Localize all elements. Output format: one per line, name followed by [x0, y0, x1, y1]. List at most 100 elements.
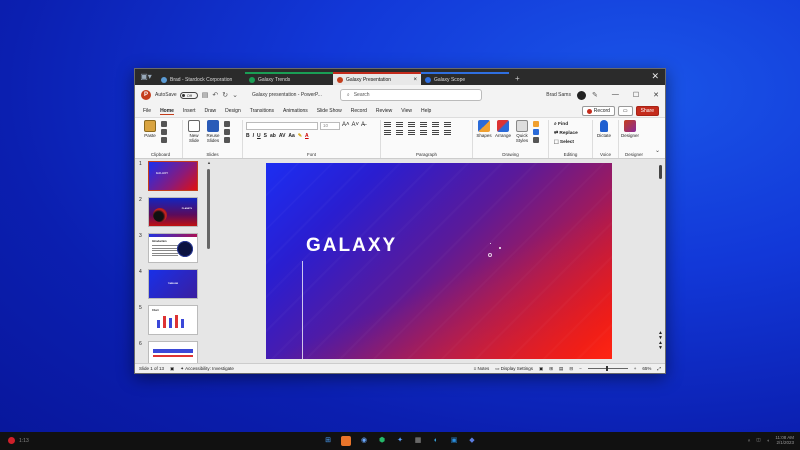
close-tab-icon[interactable]: × — [413, 77, 417, 83]
app2-icon[interactable]: ◆ — [467, 436, 477, 446]
format-painter-icon[interactable] — [161, 137, 167, 143]
cut-icon[interactable] — [161, 121, 167, 127]
clock[interactable]: 11:08 AM 2/1/2023 — [775, 435, 794, 445]
align-left-icon[interactable] — [384, 130, 391, 135]
align-right-icon[interactable] — [408, 130, 415, 135]
shape-effects-icon[interactable] — [533, 137, 539, 143]
files-icon[interactable] — [341, 436, 351, 446]
zoom-out-icon[interactable]: − — [579, 366, 582, 371]
network-icon[interactable]: ◫ — [756, 437, 760, 443]
strikethrough-icon[interactable]: ab — [270, 133, 276, 139]
slideshow-icon[interactable]: ⊟ — [569, 366, 573, 372]
undo-icon[interactable]: ↶ — [212, 91, 218, 99]
browser-icon[interactable]: ◉ — [359, 436, 369, 446]
tab-draw[interactable]: Draw — [204, 108, 216, 114]
tab-help[interactable]: Help — [421, 108, 431, 114]
accessibility-status[interactable]: ✦ Accessibility: Investigate — [180, 366, 234, 372]
app-icon[interactable]: ⬢ — [377, 436, 387, 446]
document-title[interactable]: Galaxy presentation - PowerP... — [252, 92, 322, 98]
window-close-icon[interactable]: ✕ — [651, 71, 659, 82]
scrollbar-thumb[interactable] — [659, 165, 662, 179]
spacing-icon[interactable]: AV — [279, 133, 286, 139]
spell-check-icon[interactable]: ▣ — [170, 366, 174, 372]
redo-icon[interactable]: ↻ — [222, 91, 228, 99]
avatar[interactable] — [576, 90, 586, 100]
columns-icon[interactable] — [444, 122, 451, 127]
store-icon[interactable]: ▣ — [449, 436, 459, 446]
user-area[interactable]: Brad Sams ✎ — [546, 90, 598, 100]
collapse-ribbon-icon[interactable]: ⌄ — [655, 147, 660, 154]
tab-file[interactable]: File — [143, 108, 151, 114]
shadow-icon[interactable]: S — [264, 133, 267, 139]
decrease-indent-icon[interactable] — [408, 122, 415, 127]
slide-thumbnail[interactable]: 4 TIMELINE — [135, 269, 209, 299]
settings-icon[interactable]: ▦ — [413, 436, 423, 446]
share-button[interactable]: Share — [635, 106, 659, 116]
font-size-dropdown[interactable]: 10 — [320, 122, 340, 130]
zoom-level[interactable]: 65% — [642, 366, 651, 371]
reading-view-icon[interactable]: ▤ — [559, 366, 563, 372]
slide-sorter-icon[interactable]: ⊞ — [549, 366, 553, 372]
align-center-icon[interactable] — [396, 130, 403, 135]
shape-fill-icon[interactable] — [533, 121, 539, 127]
zoom-in-icon[interactable]: + — [634, 366, 637, 371]
numbering-icon[interactable] — [396, 122, 403, 127]
display-settings-button[interactable]: ▭ Display Settings — [495, 366, 533, 372]
shape-outline-icon[interactable] — [533, 129, 539, 135]
find-button[interactable]: ⌕ Find — [554, 120, 589, 129]
slide-thumbnail[interactable]: 1 GALAXY — [135, 161, 209, 191]
replace-button[interactable]: ⇄ Replace — [554, 129, 589, 138]
italic-icon[interactable]: I — [253, 133, 254, 139]
tab-insert[interactable]: Insert — [183, 108, 196, 114]
slide-nav-arrows[interactable]: ▲ ▼ ▲ ▼ — [658, 331, 663, 351]
minimize-icon[interactable]: — — [612, 91, 619, 99]
tab-home[interactable]: Home — [160, 108, 174, 115]
tab-slide-show[interactable]: Slide Show — [317, 108, 342, 114]
fit-slide-icon[interactable]: ⤢ — [657, 366, 661, 371]
clear-format-icon[interactable]: A̶ — [361, 122, 365, 130]
tab-galaxy-scope[interactable]: Galaxy Scope — [421, 72, 509, 85]
maximize-icon[interactable]: ☐ — [633, 91, 639, 99]
text-direction-icon[interactable] — [432, 130, 439, 135]
autosave-control[interactable]: AutoSave Off — [155, 91, 198, 99]
bold-icon[interactable]: B — [246, 133, 250, 139]
increase-indent-icon[interactable] — [420, 122, 427, 127]
font-color-icon[interactable]: A — [305, 133, 309, 139]
tab-design[interactable]: Design — [225, 108, 241, 114]
bullets-icon[interactable] — [384, 122, 391, 127]
start-icon[interactable]: ⊞ — [323, 436, 333, 446]
tab-record[interactable]: Record — [351, 108, 367, 114]
slide-scrollbar[interactable]: ▲ ▼ ▲ ▼ — [658, 161, 663, 357]
volume-icon[interactable]: ◖ — [767, 438, 770, 443]
zoom-slider[interactable] — [587, 366, 628, 371]
smartart-icon[interactable] — [444, 130, 451, 135]
record-button[interactable]: Record — [581, 106, 615, 116]
twitter-icon[interactable]: ✦ — [395, 436, 405, 446]
slide-thumbnail[interactable]: 5 Chart — [135, 305, 209, 335]
tab-animations[interactable]: Animations — [283, 108, 308, 114]
slide-title[interactable]: GALAXY — [306, 235, 397, 257]
line-spacing-icon[interactable] — [432, 122, 439, 127]
notes-button[interactable]: ≡ Notes — [474, 366, 490, 371]
autosave-toggle[interactable]: Off — [179, 91, 198, 99]
justify-icon[interactable] — [420, 130, 427, 135]
highlight-icon[interactable]: ✎ — [298, 133, 302, 139]
copy-icon[interactable] — [161, 129, 167, 135]
slide-thumbnail[interactable]: 2 PLANETS — [135, 197, 209, 227]
section-icon[interactable] — [224, 137, 230, 143]
select-button[interactable]: ⬚ Select — [554, 138, 589, 147]
tab-galaxy-trends[interactable]: Galaxy Trends — [245, 72, 333, 85]
case-icon[interactable]: Aa — [288, 133, 294, 139]
tab-menu-icon[interactable]: ▣▾ — [139, 71, 153, 83]
save-icon[interactable]: ▤ — [202, 91, 209, 99]
underline-icon[interactable]: U — [257, 133, 261, 139]
pen-icon[interactable]: ✎ — [592, 91, 598, 99]
slide-thumbnail[interactable]: 3 Introduction — [135, 233, 209, 263]
new-tab-button[interactable]: + — [515, 74, 520, 83]
search-box[interactable]: ⌕ Search — [339, 89, 482, 101]
tab-galaxy-presentation[interactable]: Galaxy Presentation × — [333, 72, 421, 85]
close-icon[interactable]: ✕ — [653, 91, 659, 99]
tab-transitions[interactable]: Transitions — [250, 108, 274, 114]
edge-icon[interactable]: ◐ — [431, 436, 441, 446]
chevron-up-icon[interactable]: ˄ — [748, 438, 751, 443]
